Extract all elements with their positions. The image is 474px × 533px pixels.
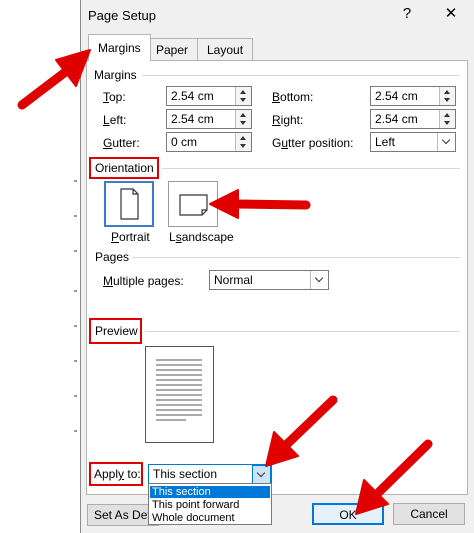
annotation-arrows <box>17 49 433 515</box>
arrow-to-apply-to <box>279 395 338 452</box>
arrow-to-ok <box>371 439 433 500</box>
arrow-to-landscape <box>231 199 311 210</box>
arrow-head-icon <box>209 189 239 219</box>
arrow-to-margins-tab <box>17 65 73 110</box>
